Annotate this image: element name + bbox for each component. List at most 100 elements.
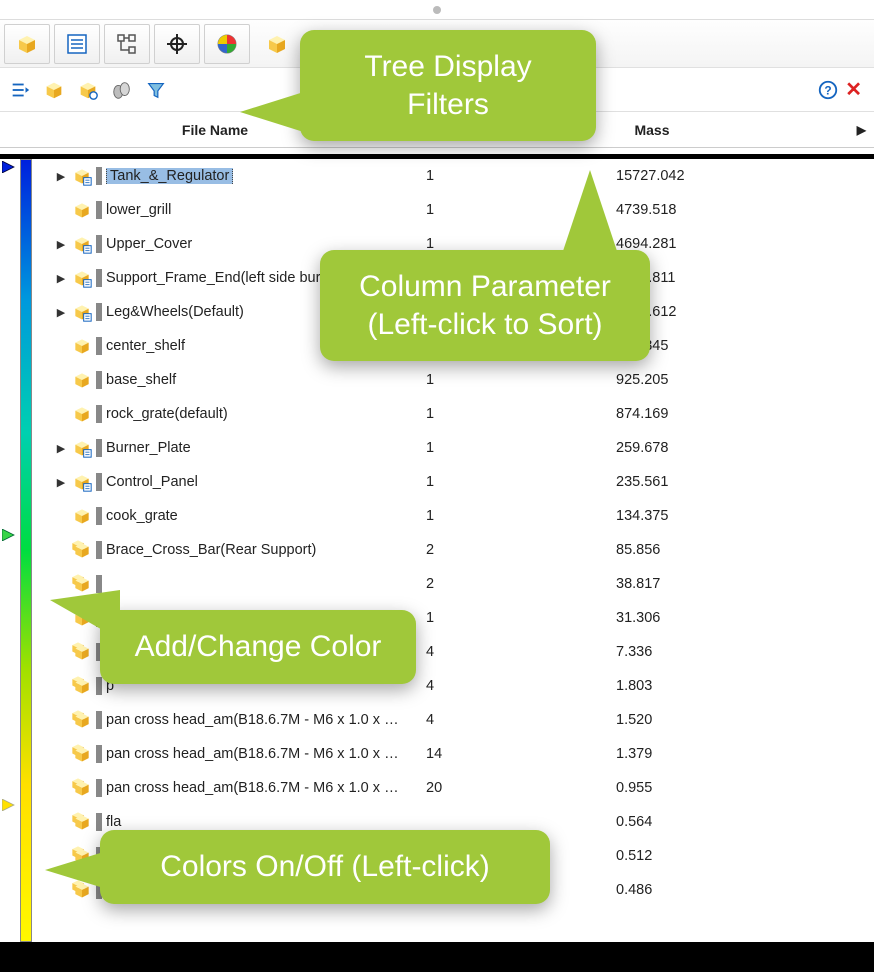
expand-icon[interactable]: ▶ xyxy=(54,442,68,455)
row-count: 2 xyxy=(406,576,496,592)
expand-icon[interactable]: ▶ xyxy=(54,170,68,183)
toolbar-assembly-extra-button[interactable] xyxy=(254,24,300,64)
callout-add-color-text: Add/Change Color xyxy=(135,630,382,663)
part-icon xyxy=(68,676,96,696)
row-mass: 235.561 xyxy=(496,474,874,490)
row-count: 1 xyxy=(406,372,496,388)
color-tick-icon xyxy=(96,337,102,355)
row-mass: 259.678 xyxy=(496,440,874,456)
row-filename: Tank_&_Regulator xyxy=(106,168,406,184)
callout-colors-toggle: Colors On/Off (Left-click) xyxy=(100,830,550,904)
filter-assembly-button[interactable] xyxy=(38,74,70,106)
row-mass: 7.336 xyxy=(496,644,874,660)
part-icon xyxy=(68,200,96,220)
table-row[interactable]: lower_grill14739.518 xyxy=(34,193,874,227)
part-icon xyxy=(68,642,96,662)
table-row[interactable]: ▶Tank_&_Regulator115727.042 xyxy=(34,159,874,193)
part-icon xyxy=(68,404,96,424)
row-count: 4 xyxy=(406,712,496,728)
toolbar-tree-button[interactable] xyxy=(104,24,150,64)
row-mass: 874.169 xyxy=(496,406,874,422)
color-gradient-strip[interactable] xyxy=(0,159,34,942)
column-next-icon[interactable]: ▶ xyxy=(857,123,866,137)
color-marker-mid[interactable] xyxy=(2,529,18,541)
callout-tree-filters: Tree Display Filters xyxy=(300,30,596,141)
assembly-icon xyxy=(68,472,96,492)
svg-text:?: ? xyxy=(825,83,832,97)
color-tick-icon xyxy=(96,269,102,287)
expand-icon[interactable]: ▶ xyxy=(54,306,68,319)
row-mass: 0.564 xyxy=(496,814,874,830)
row-mass: 38.817 xyxy=(496,576,874,592)
color-tick-icon xyxy=(96,677,102,695)
row-mass: 0.512 xyxy=(496,848,874,864)
row-count: 20 xyxy=(406,780,496,796)
color-tick-icon xyxy=(96,473,102,491)
filter-funnel-button[interactable] xyxy=(140,74,172,106)
row-count: 1 xyxy=(406,406,496,422)
row-count: 1 xyxy=(406,440,496,456)
row-mass: 0.486 xyxy=(496,882,874,898)
color-tick-icon xyxy=(96,813,102,831)
row-count: 1 xyxy=(406,508,496,524)
panel-grip[interactable] xyxy=(0,0,874,20)
toolbar-appearance-button[interactable] xyxy=(204,24,250,64)
table-row[interactable]: 238.817 xyxy=(34,567,874,601)
expand-icon[interactable]: ▶ xyxy=(54,476,68,489)
table-row[interactable]: pan cross head_am(B18.6.7M - M6 x 1.0 x … xyxy=(34,771,874,805)
table-row[interactable]: ▶Control_Panel1235.561 xyxy=(34,465,874,499)
row-filename: pan cross head_am(B18.6.7M - M6 x 1.0 x … xyxy=(106,712,406,728)
toolbar-target-button[interactable] xyxy=(154,24,200,64)
row-count: 1 xyxy=(406,168,496,184)
grip-dot-icon xyxy=(433,6,441,14)
toolbar-list-button[interactable] xyxy=(54,24,100,64)
table-row[interactable]: rock_grate(default)1874.169 xyxy=(34,397,874,431)
color-tick-icon xyxy=(96,235,102,253)
table-row[interactable]: Brace_Cross_Bar(Rear Support)285.856 xyxy=(34,533,874,567)
row-mass: 134.375 xyxy=(496,508,874,524)
color-tick-icon xyxy=(96,541,102,559)
table-row[interactable]: pan cross head_am(B18.6.7M - M6 x 1.0 x … xyxy=(34,737,874,771)
row-mass: 1.379 xyxy=(496,746,874,762)
expand-icon[interactable]: ▶ xyxy=(54,238,68,251)
row-mass: 85.856 xyxy=(496,542,874,558)
filter-indent-button[interactable] xyxy=(4,74,36,106)
color-tick-icon xyxy=(96,201,102,219)
row-mass: 4739.518 xyxy=(496,202,874,218)
help-icon[interactable]: ? xyxy=(817,79,839,101)
row-filename: pan cross head_am(B18.6.7M - M6 x 1.0 x … xyxy=(106,746,406,762)
row-count: 1 xyxy=(406,474,496,490)
row-mass: 31.306 xyxy=(496,610,874,626)
assembly-icon xyxy=(68,438,96,458)
row-filename: Brace_Cross_Bar(Rear Support) xyxy=(106,542,406,558)
table-row[interactable]: cook_grate1134.375 xyxy=(34,499,874,533)
color-tick-icon xyxy=(96,167,102,185)
table-row[interactable]: ▶Burner_Plate1259.678 xyxy=(34,431,874,465)
callout-column-sort-text: Column Parameter (Left-click to Sort) xyxy=(359,270,611,341)
row-filename: cook_grate xyxy=(106,508,406,524)
color-gradient-icon xyxy=(20,159,32,942)
callout-colors-toggle-text: Colors On/Off (Left-click) xyxy=(160,850,490,883)
color-tick-icon xyxy=(96,711,102,729)
table-row[interactable]: pan cross head_am(B18.6.7M - M6 x 1.0 x … xyxy=(34,703,874,737)
color-marker-top[interactable] xyxy=(2,161,18,173)
filter-bodies-button[interactable] xyxy=(106,74,138,106)
part-icon xyxy=(68,812,96,832)
row-filename: fla xyxy=(106,814,406,830)
callout-add-color: Add/Change Color xyxy=(100,610,416,684)
filter-part-button[interactable] xyxy=(72,74,104,106)
column-header-mass-label: Mass xyxy=(634,122,669,138)
close-icon[interactable]: ✕ xyxy=(845,77,862,102)
table-row[interactable]: base_shelf1925.205 xyxy=(34,363,874,397)
toolbar-assembly-button[interactable] xyxy=(4,24,50,64)
row-count: 14 xyxy=(406,746,496,762)
color-marker-bottom[interactable] xyxy=(2,799,18,811)
assembly-icon xyxy=(68,166,96,186)
color-tick-icon xyxy=(96,507,102,525)
color-tick-icon xyxy=(96,405,102,423)
row-count: 4 xyxy=(406,678,496,694)
assembly-icon xyxy=(68,302,96,322)
row-count: 2 xyxy=(406,542,496,558)
color-tick-icon xyxy=(96,303,102,321)
expand-icon[interactable]: ▶ xyxy=(54,272,68,285)
